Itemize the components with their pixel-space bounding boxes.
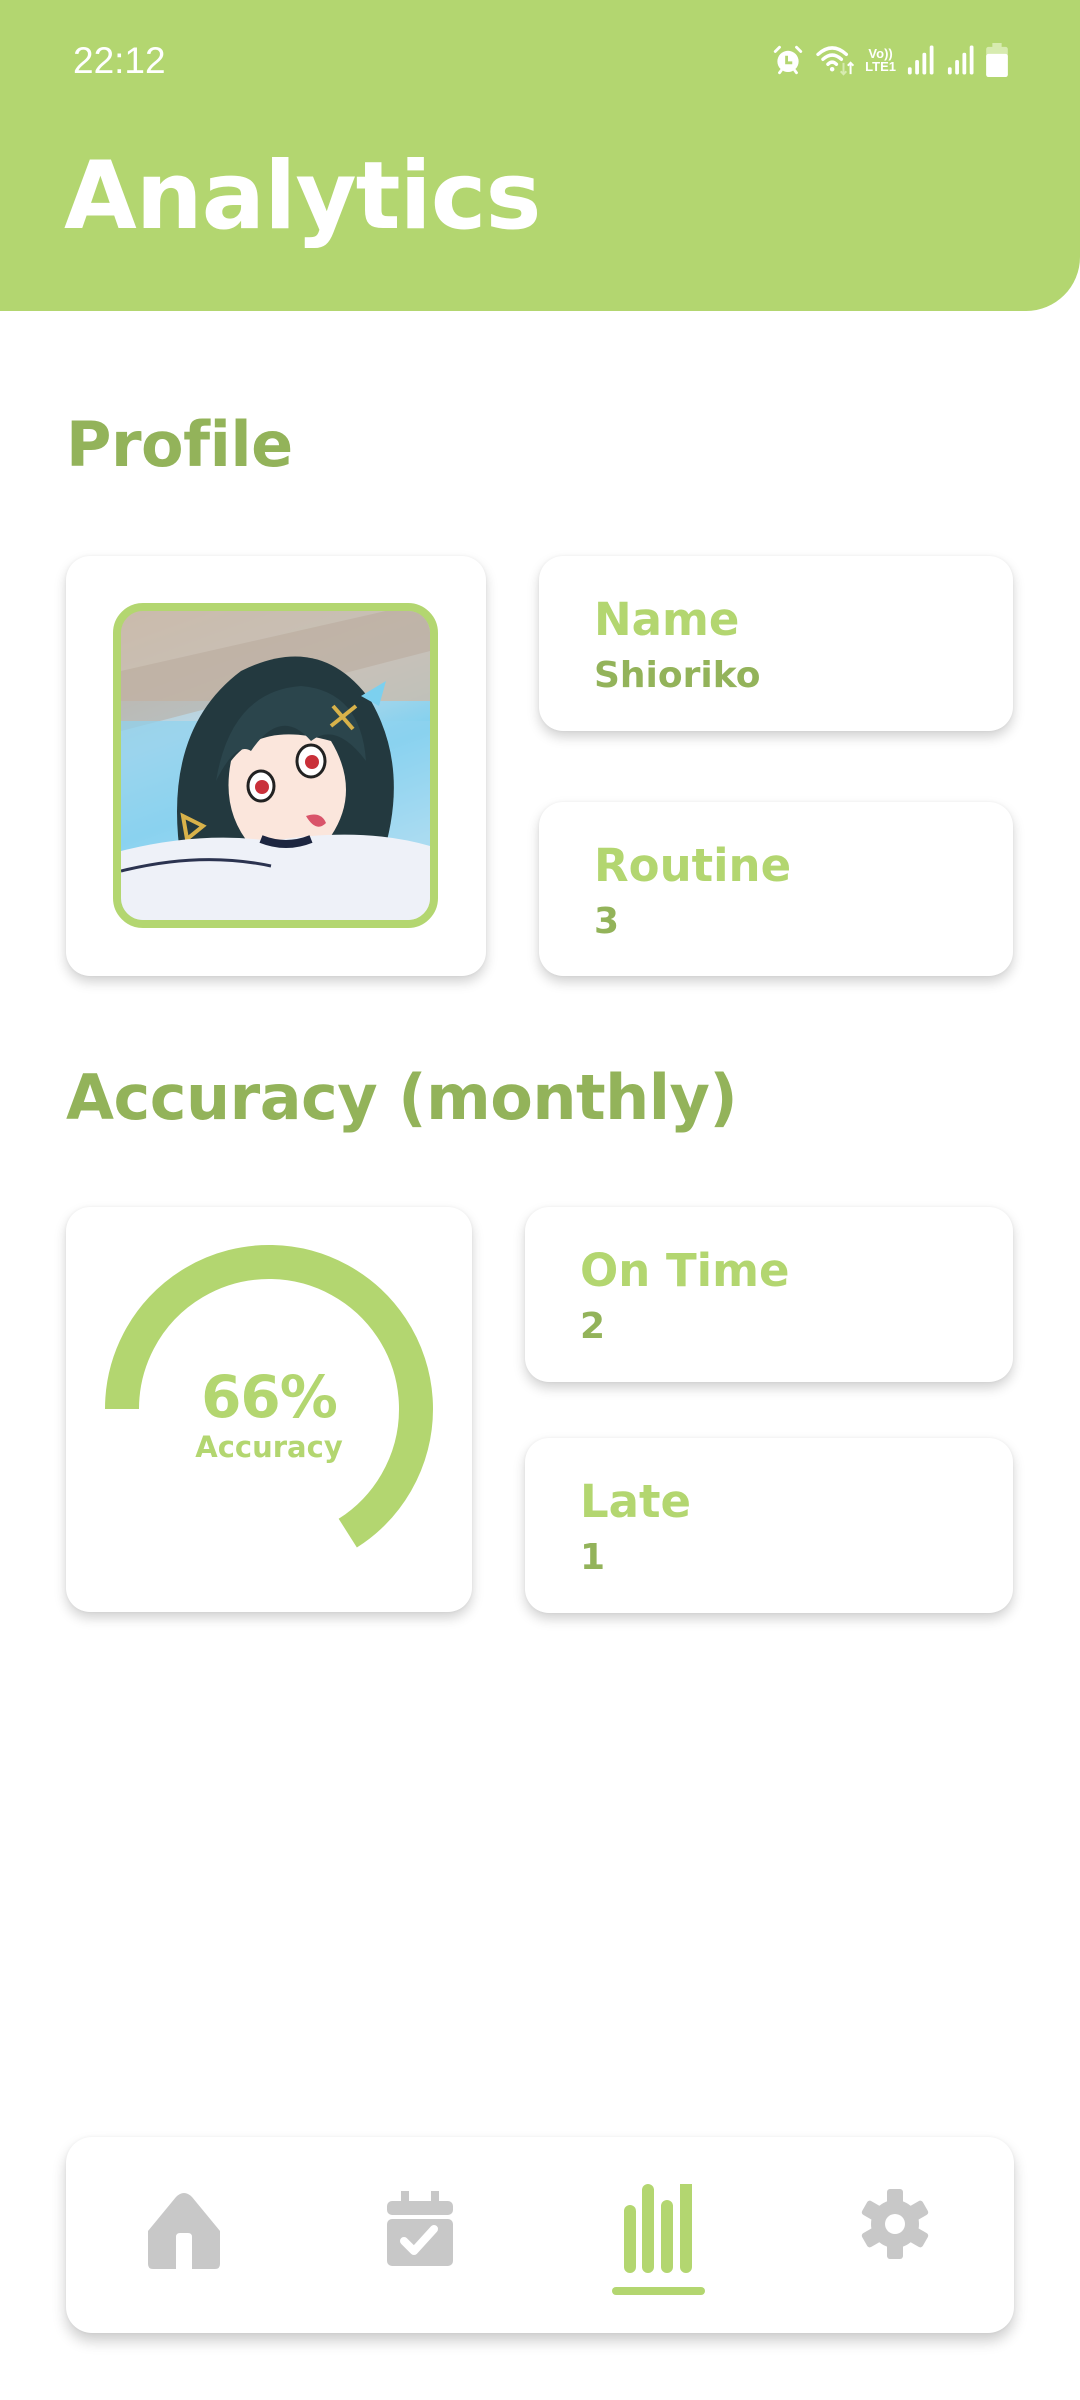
nav-settings[interactable]	[835, 2167, 955, 2307]
avatar-image	[121, 611, 430, 920]
nav-analytics[interactable]	[598, 2167, 718, 2307]
wifi-icon	[816, 46, 855, 76]
bottom-nav	[66, 2137, 1014, 2333]
accuracy-gauge-card: 66% Accuracy	[66, 1207, 472, 1612]
nav-active-indicator	[612, 2287, 705, 2295]
avatar[interactable]	[113, 603, 438, 928]
accuracy-percent: 66%	[201, 1363, 338, 1431]
gear-icon	[861, 2189, 929, 2259]
on-time-value: 2	[580, 1306, 606, 1347]
late-card: Late 1	[525, 1438, 1013, 1613]
status-icons: Vo)) LTE1	[771, 40, 1008, 80]
nav-schedule[interactable]	[360, 2167, 480, 2307]
routine-card: Routine 3	[539, 802, 1013, 976]
alarm-icon	[774, 45, 803, 75]
home-icon	[148, 2193, 220, 2269]
bar-chart-icon	[624, 2184, 692, 2273]
on-time-card: On Time 2	[525, 1207, 1013, 1382]
name-label: Name	[594, 593, 740, 646]
signal-sim2-icon	[947, 45, 974, 75]
routine-value: 3	[594, 901, 620, 942]
late-label: Late	[580, 1475, 692, 1528]
battery-icon	[986, 43, 1008, 77]
profile-section-title: Profile	[66, 408, 293, 481]
signal-sim1-icon	[907, 45, 934, 75]
calendar-check-icon	[387, 2191, 453, 2266]
app-header: 22:12 Vo)) LTE1 Analytics	[0, 0, 1080, 311]
lte-text: LTE1	[865, 59, 896, 74]
accuracy-section-title: Accuracy (monthly)	[66, 1061, 738, 1134]
nav-home[interactable]	[124, 2167, 244, 2307]
name-card: Name Shioriko	[539, 556, 1013, 731]
on-time-label: On Time	[580, 1244, 790, 1297]
routine-label: Routine	[594, 839, 792, 892]
late-value: 1	[580, 1537, 606, 1578]
avatar-card	[66, 556, 486, 976]
accuracy-gauge-label: Accuracy	[195, 1430, 343, 1464]
volte-lte1-icon: Vo)) LTE1	[865, 47, 896, 73]
status-time: 22:12	[73, 40, 166, 81]
page-title: Analytics	[64, 142, 541, 251]
name-value: Shioriko	[594, 655, 761, 696]
